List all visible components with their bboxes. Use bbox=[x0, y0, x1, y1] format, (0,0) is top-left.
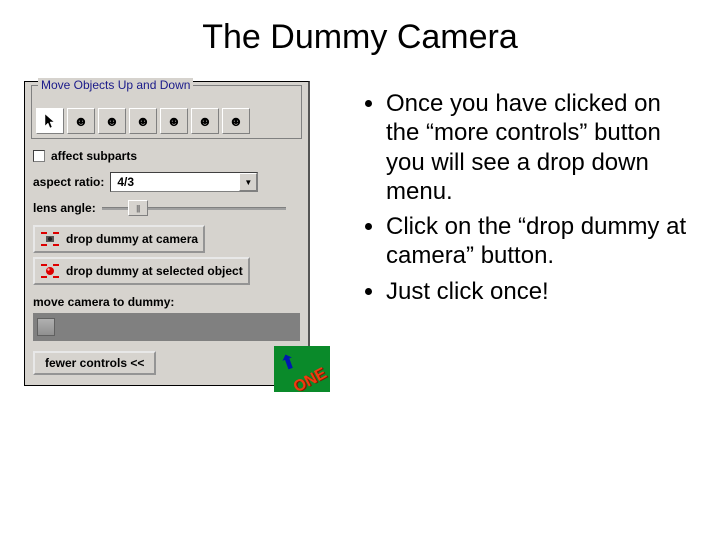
cursor-tool-icon[interactable] bbox=[36, 108, 64, 134]
move-camera-dropdown[interactable] bbox=[33, 313, 300, 341]
affect-subparts-label: affect subparts bbox=[51, 149, 137, 163]
done-badge: ⬆ ONE bbox=[274, 346, 330, 392]
list-item: Just click once! bbox=[386, 277, 696, 306]
lens-angle-row: lens angle: ||| bbox=[25, 195, 308, 221]
face-tool-icon[interactable]: ☻ bbox=[129, 108, 157, 134]
drop-dummy-at-camera-button[interactable]: drop dummy at camera bbox=[33, 225, 205, 253]
lens-angle-slider[interactable]: ||| bbox=[102, 198, 286, 218]
slide-title: The Dummy Camera bbox=[0, 18, 720, 57]
fewer-controls-label: fewer controls << bbox=[45, 356, 144, 370]
move-camera-to-dummy-label: move camera to dummy: bbox=[25, 289, 308, 311]
face-tool-icon[interactable]: ☻ bbox=[160, 108, 188, 134]
instruction-list: Once you have clicked on the “more contr… bbox=[360, 89, 696, 306]
list-item: Once you have clicked on the “more contr… bbox=[386, 89, 696, 206]
sphere-target-icon bbox=[40, 262, 60, 280]
chevron-down-icon[interactable]: ▼ bbox=[239, 173, 257, 191]
tool-icon-row: ☻ ☻ ☻ ☻ ☻ ☻ bbox=[36, 108, 297, 134]
face-tool-icon[interactable]: ☻ bbox=[67, 108, 95, 134]
aspect-ratio-row: aspect ratio: 4/3 ▼ bbox=[25, 169, 308, 195]
aspect-ratio-label: aspect ratio: bbox=[33, 175, 104, 189]
drop-dummy-at-selected-label: drop dummy at selected object bbox=[66, 264, 243, 278]
face-tool-icon[interactable]: ☻ bbox=[222, 108, 250, 134]
affect-subparts-checkbox[interactable] bbox=[33, 150, 45, 162]
face-tool-icon[interactable]: ☻ bbox=[98, 108, 126, 134]
aspect-ratio-select[interactable]: 4/3 ▼ bbox=[110, 172, 258, 192]
dropdown-handle-icon bbox=[37, 318, 55, 336]
drop-dummy-at-camera-label: drop dummy at camera bbox=[66, 232, 198, 246]
slider-thumb[interactable]: ||| bbox=[128, 200, 148, 216]
camera-target-icon bbox=[40, 230, 60, 248]
slide-content: Move Objects Up and Down ☻ ☻ ☻ ☻ ☻ ☻ aff… bbox=[0, 81, 720, 386]
list-item: Click on the “drop dummy at camera” butt… bbox=[386, 212, 696, 271]
move-objects-legend: Move Objects Up and Down bbox=[38, 78, 193, 92]
lens-angle-label: lens angle: bbox=[33, 201, 96, 215]
aspect-ratio-value: 4/3 bbox=[111, 175, 239, 189]
fewer-controls-button[interactable]: fewer controls << bbox=[33, 351, 156, 375]
controls-panel: Move Objects Up and Down ☻ ☻ ☻ ☻ ☻ ☻ aff… bbox=[24, 81, 310, 386]
screenshot-column: Move Objects Up and Down ☻ ☻ ☻ ☻ ☻ ☻ aff… bbox=[24, 81, 324, 386]
face-tool-icon[interactable]: ☻ bbox=[191, 108, 219, 134]
move-objects-fieldset: Move Objects Up and Down ☻ ☻ ☻ ☻ ☻ ☻ bbox=[31, 85, 302, 139]
instructions-column: Once you have clicked on the “more contr… bbox=[324, 81, 696, 386]
drop-dummy-at-selected-button[interactable]: drop dummy at selected object bbox=[33, 257, 250, 285]
affect-subparts-row[interactable]: affect subparts bbox=[25, 143, 308, 169]
